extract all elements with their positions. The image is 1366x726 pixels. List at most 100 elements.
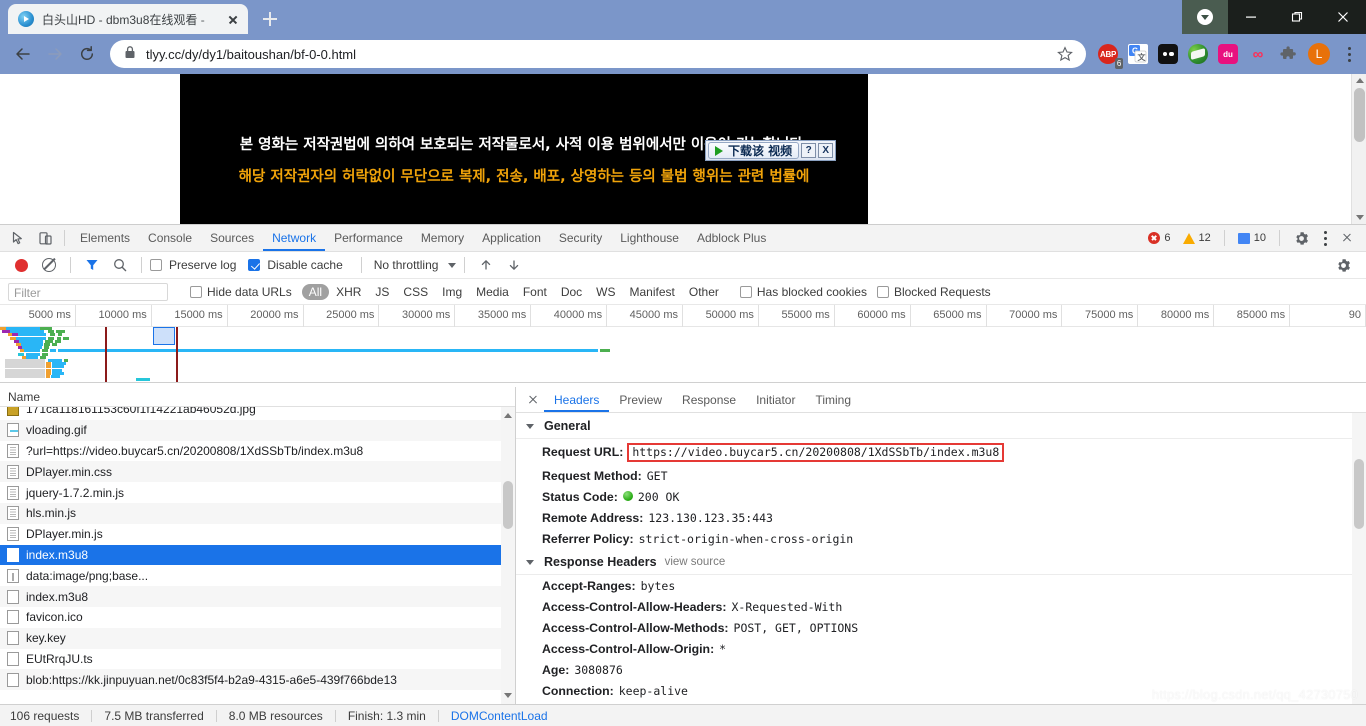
request-row[interactable]: blob:https://kk.jinpuyuan.net/0c83f5f4-b… xyxy=(0,669,515,690)
devtools-menu-icon[interactable] xyxy=(1316,231,1334,246)
overview-marker-end[interactable] xyxy=(176,327,178,383)
tab-adblock-plus[interactable]: Adblock Plus xyxy=(688,225,775,251)
filter-type-manifest[interactable]: Manifest xyxy=(623,284,682,300)
tab-security[interactable]: Security xyxy=(550,225,611,251)
scrollbar-thumb[interactable] xyxy=(1354,459,1364,529)
search-icon[interactable] xyxy=(107,252,133,278)
preserve-log-checkbox[interactable] xyxy=(150,259,162,271)
tab-network[interactable]: Network xyxy=(263,225,325,251)
tab-headers[interactable]: Headers xyxy=(544,387,609,412)
filter-type-css[interactable]: CSS xyxy=(396,284,435,300)
clear-button[interactable] xyxy=(36,252,62,278)
close-devtools-icon[interactable] xyxy=(1336,227,1358,249)
filter-type-js[interactable]: JS xyxy=(368,284,396,300)
throttling-select[interactable]: No throttling xyxy=(374,258,439,272)
hide-data-urls-checkbox[interactable] xyxy=(190,286,202,298)
chevron-down-icon[interactable] xyxy=(448,263,456,268)
dark-reader-icon[interactable] xyxy=(1158,44,1178,64)
warning-count-badge[interactable]: 12 xyxy=(1178,229,1216,247)
download-video-bar[interactable]: 下载该 视频 ? X xyxy=(705,140,836,161)
browser-tab[interactable]: 白头山HD - dbm3u8在线观看 - xyxy=(8,4,248,34)
request-column-header[interactable]: Name xyxy=(0,387,515,407)
tab-elements[interactable]: Elements xyxy=(71,225,139,251)
download-indicator[interactable] xyxy=(1182,0,1228,34)
scroll-down-icon[interactable] xyxy=(504,693,512,698)
request-row[interactable]: data:image/png;base... xyxy=(0,565,515,586)
address-bar[interactable]: tlyy.cc/dy/dy1/baitoushan/bf-0-0.html xyxy=(110,40,1086,68)
tab-console[interactable]: Console xyxy=(139,225,201,251)
general-section-title[interactable]: General xyxy=(516,413,1352,439)
header-value[interactable]: https://video.buycar5.cn/20200808/1XdSSb… xyxy=(627,443,1004,462)
new-tab-button[interactable] xyxy=(256,5,284,33)
request-row[interactable]: key.key xyxy=(0,628,515,649)
tab-sources[interactable]: Sources xyxy=(201,225,263,251)
request-row[interactable]: hls.min.js xyxy=(0,503,515,524)
extensions-puzzle-icon[interactable] xyxy=(1278,44,1298,64)
filter-type-img[interactable]: Img xyxy=(435,284,469,300)
blocked-requests-checkbox[interactable] xyxy=(877,286,889,298)
close-detail-icon[interactable] xyxy=(522,389,544,411)
request-row[interactable]: EUtRrqJU.ts xyxy=(0,649,515,670)
avatar[interactable]: L xyxy=(1308,43,1330,65)
inspect-element-icon[interactable] xyxy=(6,225,32,251)
minimize-button[interactable] xyxy=(1228,0,1274,34)
filter-type-all[interactable]: All xyxy=(302,284,329,300)
view-source-link[interactable]: view source xyxy=(665,556,726,568)
request-row[interactable]: 171ca118161153c60f1f14221ab46052d.jpg xyxy=(0,407,515,420)
filter-type-other[interactable]: Other xyxy=(682,284,726,300)
scroll-up-icon[interactable] xyxy=(504,413,512,418)
help-button[interactable]: ? xyxy=(801,143,816,158)
page-scrollbar[interactable] xyxy=(1351,74,1366,224)
error-count-badge[interactable]: 6 xyxy=(1143,229,1175,247)
scroll-up-icon[interactable] xyxy=(1356,78,1364,83)
filter-type-ws[interactable]: WS xyxy=(589,284,622,300)
network-overview[interactable]: 5000 ms10000 ms15000 ms20000 ms25000 ms3… xyxy=(0,305,1366,383)
tab-initiator[interactable]: Initiator xyxy=(746,387,805,412)
message-count-badge[interactable]: 10 xyxy=(1233,229,1271,247)
filter-type-xhr[interactable]: XHR xyxy=(329,284,368,300)
scrollbar-thumb[interactable] xyxy=(503,481,513,529)
tab-preview[interactable]: Preview xyxy=(609,387,672,412)
request-list[interactable]: 171ca118161153c60f1f14221ab46052d.jpgvlo… xyxy=(0,407,515,704)
response-headers-section-title[interactable]: Response Headers view source xyxy=(516,549,1352,575)
scrollbar-thumb[interactable] xyxy=(1354,88,1365,142)
close-download-bar-button[interactable]: X xyxy=(818,143,833,158)
tab-memory[interactable]: Memory xyxy=(412,225,473,251)
filter-type-media[interactable]: Media xyxy=(469,284,516,300)
infinity-newtab-icon[interactable]: ∞ xyxy=(1248,44,1268,64)
device-toolbar-icon[interactable] xyxy=(32,225,58,251)
detail-scrollbar[interactable] xyxy=(1352,413,1366,704)
request-list-scrollbar[interactable] xyxy=(501,407,515,704)
request-row[interactable]: DPlayer.min.js xyxy=(0,524,515,545)
filter-toggle-button[interactable] xyxy=(79,252,105,278)
adblock-plus-icon[interactable]: ABP 6 xyxy=(1098,44,1118,64)
request-row[interactable]: jquery-1.7.2.min.js xyxy=(0,482,515,503)
filter-type-font[interactable]: Font xyxy=(516,284,554,300)
google-translate-icon[interactable]: G 文 xyxy=(1128,44,1148,64)
disable-cache-checkbox[interactable] xyxy=(248,259,260,271)
back-arrow-icon[interactable] xyxy=(8,39,38,69)
tab-lighthouse[interactable]: Lighthouse xyxy=(611,225,688,251)
tab-performance[interactable]: Performance xyxy=(325,225,412,251)
request-row[interactable]: favicon.ico xyxy=(0,607,515,628)
chrome-menu-icon[interactable] xyxy=(1340,47,1358,62)
request-row[interactable]: DPlayer.min.css xyxy=(0,461,515,482)
request-row[interactable]: index.m3u8 xyxy=(0,586,515,607)
tab-application[interactable]: Application xyxy=(473,225,550,251)
import-har-button[interactable] xyxy=(473,252,499,278)
network-settings-gear-icon[interactable] xyxy=(1330,252,1356,278)
filter-input[interactable]: Filter xyxy=(8,283,168,301)
export-har-button[interactable] xyxy=(501,252,527,278)
tab-response[interactable]: Response xyxy=(672,387,746,412)
maximize-button[interactable] xyxy=(1274,0,1320,34)
download-video-button[interactable]: 下载该 视频 xyxy=(708,142,799,159)
scroll-down-icon[interactable] xyxy=(1356,215,1364,220)
idm-icon[interactable] xyxy=(1188,44,1208,64)
request-row[interactable]: ?url=https://video.buycar5.cn/20200808/1… xyxy=(0,441,515,462)
tab-timing[interactable]: Timing xyxy=(805,387,861,412)
close-window-button[interactable] xyxy=(1320,0,1366,34)
request-row[interactable]: vloading.gif xyxy=(0,420,515,441)
request-row[interactable]: index.m3u8 xyxy=(0,545,515,566)
reload-icon[interactable] xyxy=(72,39,102,69)
overview-marker-start[interactable] xyxy=(105,327,107,383)
